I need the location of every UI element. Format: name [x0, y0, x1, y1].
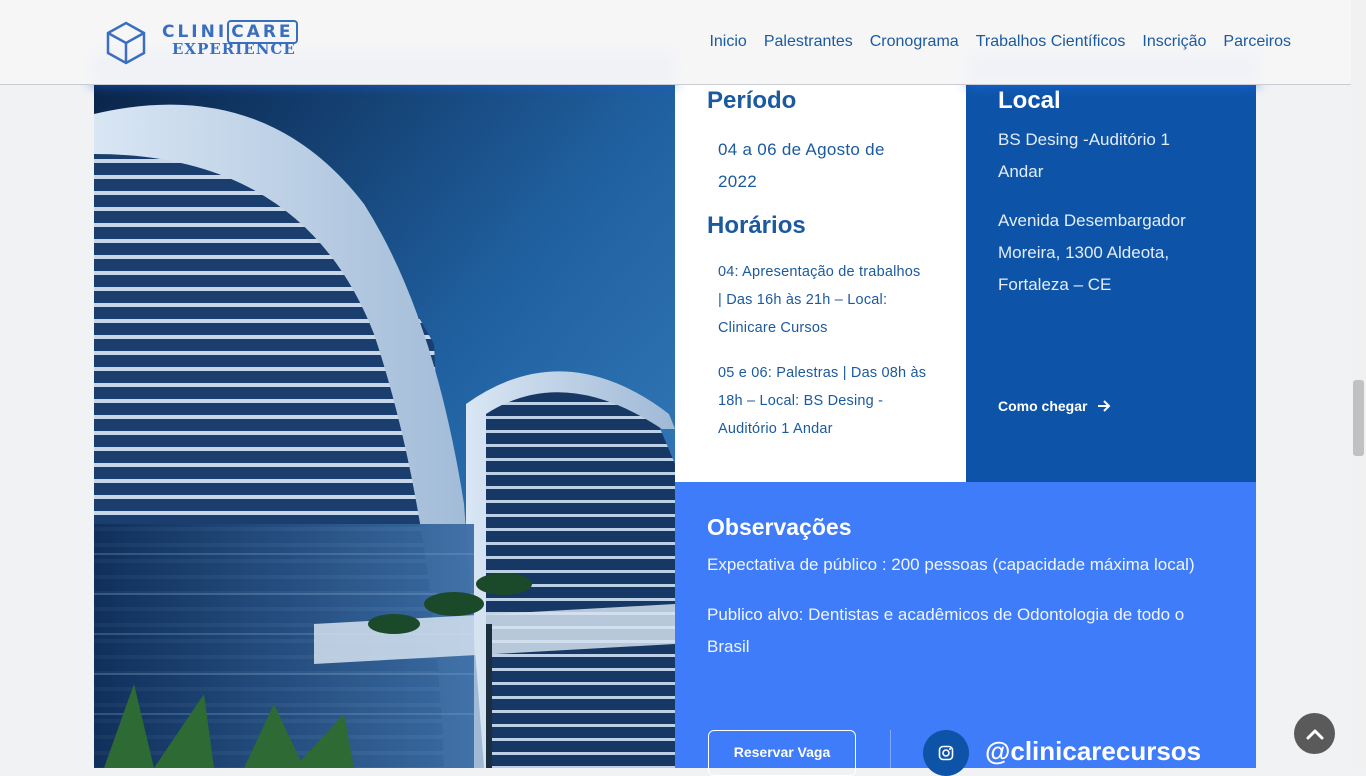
logo-title: CLINI CARE: [162, 20, 298, 44]
observacoes-title: Observações: [707, 514, 852, 540]
page-scrollbar[interactable]: [1351, 0, 1366, 768]
directions-label: Como chegar: [998, 398, 1088, 414]
building-photo: [94, 84, 675, 768]
event-info-card: Período 04 a 06 de Agosto de 2022 Horári…: [675, 84, 966, 482]
horario-item: 04: Apresentação de trabalhos | Das 16h …: [718, 264, 921, 336]
instagram-icon: [938, 745, 954, 761]
local-card: Local BS Desing -Auditório 1 Andar Aveni…: [966, 84, 1256, 482]
instagram-button[interactable]: [923, 730, 969, 776]
horarios-title: Horários: [707, 212, 806, 239]
back-to-top-button[interactable]: [1294, 713, 1335, 754]
observacao-item: Publico alvo: Dentistas e acadêmicos de …: [707, 605, 1185, 656]
scrollbar-thumb[interactable]: [1353, 380, 1364, 456]
periodo-title: Período: [707, 87, 797, 114]
periodo-text: 04 a 06 de Agosto de 2022: [718, 140, 885, 191]
nav-cronograma[interactable]: Cronograma: [870, 33, 959, 51]
cube-logo-icon: [106, 21, 146, 65]
obs-divider: [890, 730, 891, 770]
logo-subtitle: EXPERIENCE: [172, 40, 296, 58]
nav-inicio[interactable]: Inicio: [709, 33, 746, 51]
nav-palestrantes[interactable]: Palestrantes: [764, 33, 853, 51]
instagram-handle[interactable]: @clinicarecursos: [985, 736, 1201, 767]
reserve-button[interactable]: Reservar Vaga: [708, 730, 856, 776]
site-header: CLINI CARE EXPERIENCE Inicio Palestrantes…: [0, 0, 1351, 85]
nav-trabalhos-cientificos[interactable]: Trabalhos Científicos: [976, 33, 1126, 51]
horario-item: 05 e 06: Palestras | Das 08h às 18h – Lo…: [718, 365, 927, 437]
local-address: Avenida Desembargador Moreira, 1300 Alde…: [998, 211, 1186, 294]
observacao-item: Expectativa de público : 200 pessoas (ca…: [707, 555, 1195, 574]
site-logo[interactable]: CLINI CARE EXPERIENCE: [104, 20, 298, 66]
main-nav: Inicio Palestrantes Cronograma Trabalhos…: [709, 33, 1291, 51]
local-venue: BS Desing -Auditório 1 Andar: [998, 130, 1170, 181]
directions-link[interactable]: Como chegar: [998, 398, 1111, 414]
nav-parceiros[interactable]: Parceiros: [1223, 33, 1291, 51]
observacoes-card: Observações Expectativa de público : 200…: [675, 482, 1256, 776]
local-title: Local: [998, 87, 1061, 114]
arrow-right-icon: [1098, 400, 1111, 412]
chevron-up-icon: [1306, 729, 1323, 739]
nav-inscricao[interactable]: Inscrição: [1142, 33, 1206, 51]
